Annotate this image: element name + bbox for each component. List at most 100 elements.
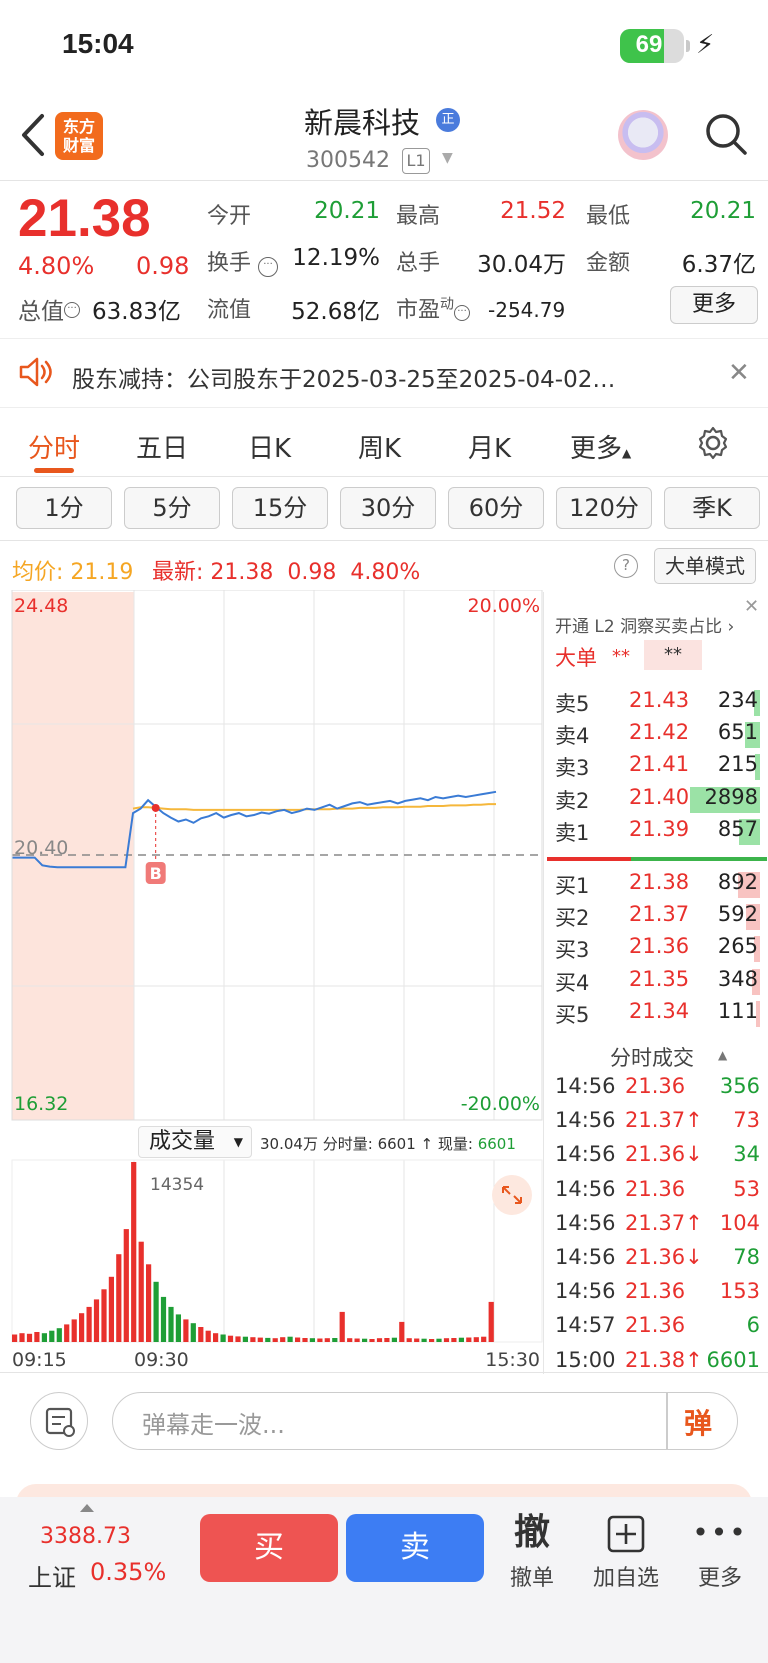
volume-bar [347,1338,353,1342]
battery-tip [686,40,690,52]
latest-value: 21.38 [210,560,274,585]
app-logo[interactable]: 东方 财富 [55,112,103,160]
chevron-down-icon[interactable]: ▼ [442,150,453,166]
caret-up-icon[interactable]: ▲ [718,1048,727,1062]
y-axis-mid: 20.40 [14,837,68,859]
index-percent[interactable]: 0.35% [90,1558,166,1586]
x-tick-930: 09:30 [134,1349,189,1370]
bid-row[interactable]: 买5 21.34 111 [555,999,760,1029]
more-quote-button[interactable]: 更多 [670,286,758,324]
tick-time: 14:56 [555,1142,616,1167]
cancel-order-button[interactable]: 撤撤单 [492,1508,572,1592]
more-menu-button[interactable]: ••• 更多 [680,1508,760,1592]
search-icon[interactable] [704,112,748,156]
volume-bar [488,1301,494,1342]
ask-row[interactable]: 卖3 21.41 215 [555,752,760,782]
index-value[interactable]: 3388.73 [40,1524,131,1549]
open-value: 20.21 [314,198,380,224]
tick-volume: 356 [719,1074,760,1098]
timeframe-5min[interactable]: 5分 [124,487,220,529]
volume-bar [295,1337,301,1342]
volume-bar [213,1333,219,1342]
total-cap-label-text: 总值 [18,299,64,325]
volume-bar [116,1254,122,1342]
expand-icon-bg[interactable] [492,1175,532,1215]
ask-volume: 2898 [704,784,758,809]
volume-bar [265,1337,271,1342]
bid-row[interactable]: 买4 21.35 348 [555,967,760,997]
divider [666,1392,668,1450]
volume-bar [250,1337,256,1342]
change-percent: 4.80% [18,252,95,280]
intraday-chart[interactable]: B 24.48 20.40 16.32 20.00% -20.00% 14354… [0,590,545,1370]
bid-volume: 592 [717,902,758,927]
amount-value: 6.37亿 [681,252,756,278]
help-icon[interactable]: ? [614,554,638,578]
tick-volume: 104 [719,1210,760,1235]
volume-bar [339,1311,345,1342]
volume-bar [436,1338,442,1342]
l2-banner[interactable]: 开通 L2 洞察买卖占比 › [555,612,734,637]
tab-five-day[interactable]: 五日 [136,428,188,465]
volume-bar [369,1339,375,1342]
close-icon[interactable]: ✕ [744,596,759,617]
latest-price: 最新: 21.38 0.98 4.80% [152,554,420,586]
settings-gear-icon[interactable] [696,426,730,460]
tab-intraday[interactable]: 分时 [28,428,80,465]
tab-more[interactable]: 更多▲ [570,428,631,465]
volume-bar [317,1338,323,1342]
assistant-robot-icon[interactable] [618,110,668,160]
volume-info: 30.04万 分时量: 6601 ↑ 现量: 6601 [260,1135,516,1153]
ask-row[interactable]: 卖1 21.39 857 [555,817,760,847]
timeframe-1min[interactable]: 1分 [16,487,112,529]
pct-axis-bottom: -20.00% [461,1093,540,1115]
notice-text[interactable]: 股东减持：公司股东于2025-03-25至2025-04-02… [72,360,615,394]
bid-row[interactable]: 买2 21.37 592 [555,902,760,932]
tab-monthly-k[interactable]: 月K [468,428,511,465]
add-watchlist-button[interactable]: 加自选 [586,1508,666,1592]
ticks-title[interactable]: 分时成交 [610,1042,694,1072]
ask-row[interactable]: 卖4 21.42 651 [555,720,760,750]
timeframe-15min[interactable]: 15分 [232,487,328,529]
bid-price: 21.37 [629,902,690,927]
cancel-order-label: 撤单 [509,1566,554,1591]
timeframe-quarterly-k[interactable]: 季K [664,487,760,529]
change-amount: 0.98 [136,252,190,280]
timeframe-120min[interactable]: 120分 [556,487,652,529]
sell-button[interactable]: 卖 [346,1514,484,1582]
l2-banner-text: 开通 L2 洞察买卖占比 [555,617,723,637]
big-order-mode-button[interactable]: 大单模式 [654,548,756,584]
danmaku-settings-icon[interactable] [30,1392,88,1450]
buy-button[interactable]: 买 [200,1514,338,1582]
volume-bar [86,1306,92,1342]
info-icon[interactable]: ··· [454,305,471,321]
indicator-selector[interactable]: 成交量 ▼ [138,1126,252,1158]
back-icon[interactable] [18,112,48,158]
tab-daily-k[interactable]: 日K [248,428,291,465]
bid-row[interactable]: 买1 21.38 892 [555,870,760,900]
timeframe-30min[interactable]: 30分 [340,487,436,529]
caret-up-icon[interactable] [80,1504,94,1512]
volume-bar [302,1338,308,1342]
volume-bar [414,1338,420,1342]
info-icon[interactable]: ··· [258,257,279,277]
logo-line-1: 东方 [62,117,95,136]
tick-volume: 53 [733,1176,760,1201]
tick-row: 14:56 21.36↓ 34 [555,1142,760,1172]
ask-row[interactable]: 卖5 21.43 234 [555,688,760,718]
level-badge[interactable]: L1 [402,148,430,174]
buy-marker[interactable]: B [145,803,166,884]
volume-max-label: 14354 [150,1175,204,1195]
volume-bar [384,1338,390,1342]
tab-weekly-k[interactable]: 周K [358,428,401,465]
bid-volume: 348 [717,966,758,991]
timeframe-60min[interactable]: 60分 [448,487,544,529]
danmaku-send-button[interactable]: 弹 [684,1402,712,1442]
info-icon[interactable]: ··· [64,302,80,318]
close-icon[interactable]: ✕ [728,358,750,388]
ask-row[interactable]: 卖2 21.40 2898 [555,785,760,815]
tab-more-label: 更多 [570,434,623,464]
bid-row[interactable]: 买3 21.36 265 [555,934,760,964]
index-name[interactable]: 上证 [28,1558,76,1593]
big-order-value-1: ** [612,646,630,667]
